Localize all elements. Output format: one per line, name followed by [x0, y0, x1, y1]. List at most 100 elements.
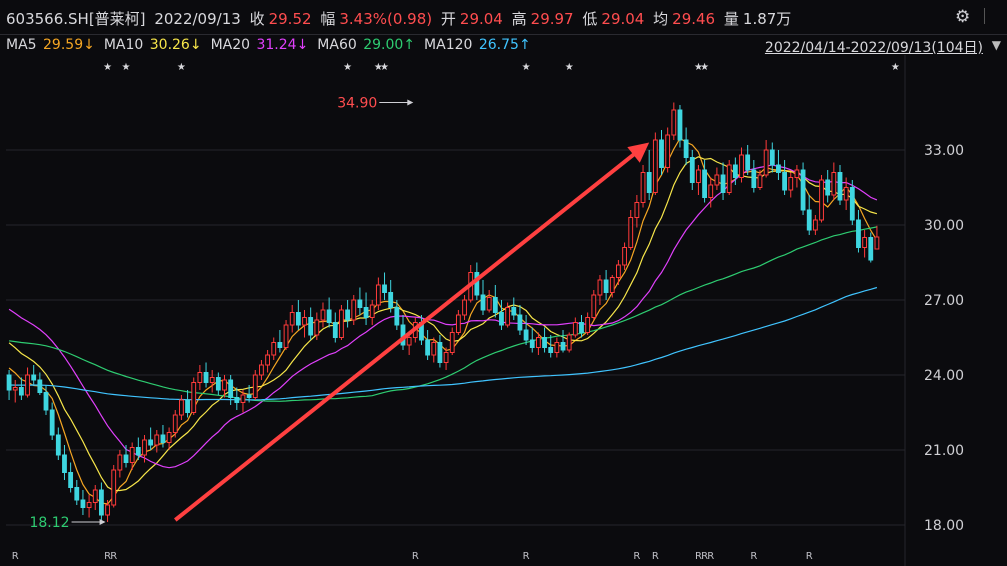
candle-body — [179, 399, 184, 416]
candle-body — [160, 434, 166, 443]
candlestick-chart[interactable]: 33.00 30.00 27.00 24.00 21.00 18.00 34.90 18.12… — [0, 0, 1007, 566]
candle-body — [437, 342, 443, 363]
rights-marker: R — [412, 551, 419, 562]
candle-body — [105, 504, 110, 516]
candle-body — [794, 169, 800, 178]
candle-body — [566, 334, 572, 351]
candle-body — [499, 312, 504, 326]
event-star-marker: ★ — [177, 62, 186, 73]
candle-body — [425, 339, 431, 356]
candle-body — [12, 387, 18, 391]
candle-body — [375, 284, 381, 306]
candle-body — [726, 164, 732, 193]
candle-body — [634, 202, 640, 218]
candle-body — [757, 174, 763, 188]
candle-body — [228, 379, 234, 398]
candle-body — [209, 377, 215, 383]
candle-body — [240, 394, 246, 403]
candle-body — [825, 179, 831, 196]
candle-body — [720, 174, 726, 193]
candle-body — [548, 347, 554, 353]
candle-body — [6, 374, 12, 391]
candle-body — [345, 309, 351, 321]
candle-body — [289, 312, 295, 326]
candle-body — [135, 447, 141, 456]
candle-body — [339, 309, 344, 338]
candle-body — [332, 322, 338, 338]
candle-body — [295, 312, 301, 326]
candle-body — [843, 187, 849, 201]
candle-body — [585, 317, 591, 333]
candle-body — [646, 172, 652, 193]
event-star-marker: ★ — [700, 62, 709, 73]
candle-body — [111, 469, 117, 506]
candle-body — [302, 317, 307, 326]
candle-body — [277, 342, 283, 348]
candle-body — [831, 172, 837, 196]
candle-body — [259, 364, 264, 376]
candle-body — [394, 307, 400, 326]
event-star-marker: ★ — [565, 62, 574, 73]
candle-body — [431, 342, 437, 356]
candle-body — [776, 164, 781, 173]
candle-body — [689, 157, 695, 183]
event-star-marker: ★ — [343, 62, 352, 73]
candle-body — [357, 299, 363, 308]
candle-body — [363, 307, 369, 318]
candle-body — [320, 309, 326, 321]
rights-marker: R — [652, 551, 659, 562]
candle-body — [769, 149, 775, 166]
candle-body — [862, 237, 868, 248]
candle-body — [849, 187, 855, 221]
candle-body — [671, 109, 677, 136]
candle-body — [622, 247, 627, 266]
candle-body — [388, 292, 394, 308]
extreme-value-label: 34.90 — [337, 96, 377, 112]
candle-body — [62, 454, 67, 473]
candle-body — [234, 397, 240, 403]
candle-body — [763, 149, 769, 176]
candle-body — [18, 387, 24, 396]
candle-body — [369, 304, 375, 318]
candle-body — [806, 209, 812, 231]
rights-marker: R — [110, 551, 117, 562]
candle-body — [283, 324, 289, 348]
candle-body — [603, 279, 609, 293]
candle-body — [511, 307, 517, 316]
candle-body — [326, 309, 332, 323]
candle-body — [271, 342, 277, 356]
candle-body — [449, 332, 455, 353]
candle-body — [406, 337, 412, 346]
candle-body — [591, 294, 597, 318]
candle-body — [554, 342, 560, 353]
candle-body — [751, 169, 757, 188]
candle-body — [812, 219, 818, 231]
candle-body — [308, 317, 314, 336]
candle-body — [819, 179, 824, 221]
candle-body — [702, 169, 707, 198]
candle-body — [837, 172, 843, 201]
candle-body — [868, 237, 874, 261]
candle-body — [86, 502, 92, 508]
y-tick-label: 27.00 — [924, 293, 964, 309]
candle-body — [203, 372, 209, 383]
annotation-pointer-head — [407, 99, 414, 106]
candle-body — [31, 374, 37, 381]
candle-body — [154, 434, 160, 446]
event-star-marker: ★ — [380, 62, 389, 73]
y-tick-label: 21.00 — [924, 443, 964, 459]
event-star-marker: ★ — [891, 62, 900, 73]
candle-body — [25, 374, 30, 396]
candle-body — [222, 379, 227, 391]
candle-body — [640, 172, 646, 203]
candle-body — [782, 172, 788, 191]
candle-body — [314, 319, 320, 336]
candle-body — [677, 109, 683, 141]
candle-body — [166, 432, 172, 443]
candle-body — [696, 169, 701, 183]
rights-marker: R — [523, 551, 530, 562]
candle-body — [609, 277, 615, 293]
candle-body — [68, 472, 74, 488]
candle-body — [856, 219, 861, 248]
candle-body — [788, 177, 794, 191]
